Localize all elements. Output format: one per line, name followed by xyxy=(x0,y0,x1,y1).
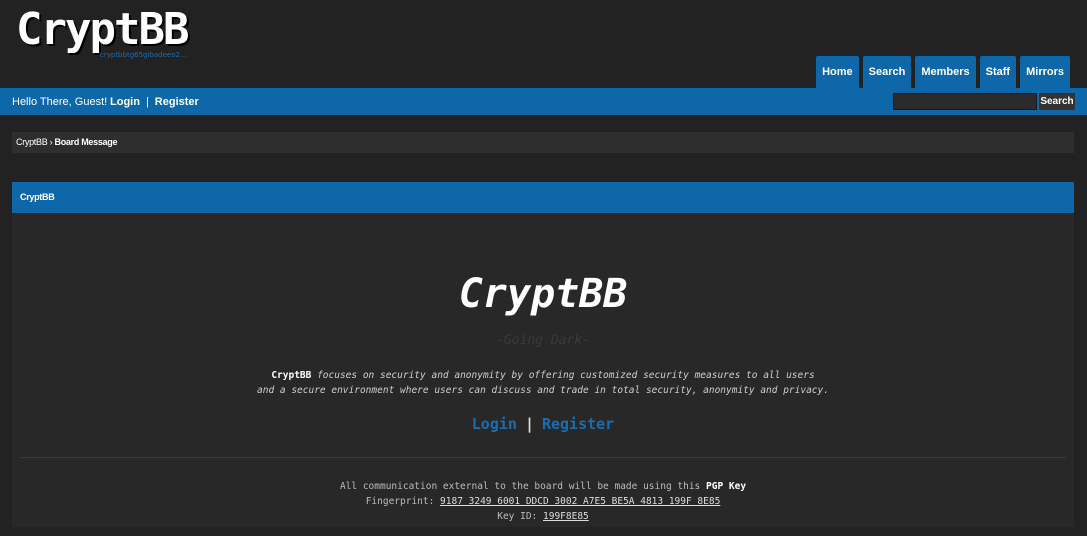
nav-tab-search[interactable]: Search xyxy=(862,56,912,88)
nav-tab-members[interactable]: Members xyxy=(915,56,976,88)
description-brand: CryptBB xyxy=(271,370,312,381)
description: CryptBB focuses on security and anonymit… xyxy=(12,368,1074,398)
tagline: -Going Dark- xyxy=(496,333,590,348)
nav-tab-home[interactable]: Home xyxy=(816,56,859,88)
nav-tab-staff[interactable]: Staff xyxy=(979,56,1017,88)
breadcrumb-arrow: › xyxy=(49,137,53,147)
panel-title: CryptBB xyxy=(12,182,1074,213)
panel-content: CryptBB -Going Dark- CryptBB focuses on … xyxy=(12,213,1074,527)
site-logo[interactable]: CryptBB xyxy=(16,4,189,55)
guest-greeting: Hello There, Guest! xyxy=(12,96,108,108)
keyid-label: Key ID: xyxy=(497,511,543,522)
main-nav: Home Search Members Staff Mirrors xyxy=(816,56,1070,88)
panel-register-link[interactable]: Register xyxy=(542,415,614,433)
fingerprint-label: Fingerprint: xyxy=(365,496,441,507)
board-message-panel: CryptBB CryptBB -Going Dark- CryptBB foc… xyxy=(12,182,1074,527)
auth-links: Login | Register xyxy=(12,415,1074,433)
user-bar: Hello There, Guest! Login | Register Searc… xyxy=(0,88,1087,115)
register-link[interactable]: Register xyxy=(155,96,199,108)
search-button[interactable]: Search xyxy=(1039,93,1075,110)
link-separator: | xyxy=(145,96,149,108)
panel-link-separator: | xyxy=(524,415,534,433)
header: CryptBB cryptbbtg65gibadeeo2… Home Searc… xyxy=(0,0,1087,88)
search-input[interactable] xyxy=(893,93,1037,110)
breadcrumb-root[interactable]: CryptBB xyxy=(16,137,48,147)
panel-login-link[interactable]: Login xyxy=(472,415,517,433)
breadcrumb-current: Board Message xyxy=(54,137,118,147)
logo-onion-address: cryptbbtg65gibadeeo2… xyxy=(100,51,187,59)
fingerprint-value: 9187 3249 6001 DDCD 3002 A7E5 BE5A 4813 … xyxy=(440,496,721,507)
pgp-info: All communication external to the board … xyxy=(12,479,1074,524)
pgp-notice: All communication external to the board … xyxy=(339,481,706,492)
divider xyxy=(20,457,1066,458)
user-links: Login | Register xyxy=(110,96,199,108)
login-link[interactable]: Login xyxy=(110,96,140,108)
pgp-key-link[interactable]: PGP Key xyxy=(706,481,746,492)
description-line-2: and a secure environment where users can… xyxy=(257,385,829,396)
nav-tab-mirrors[interactable]: Mirrors xyxy=(1020,56,1070,88)
breadcrumb: CryptBB › Board Message xyxy=(12,132,1074,153)
big-title: CryptBB xyxy=(458,271,628,317)
description-line-1: focuses on security and anonymity by off… xyxy=(311,370,815,381)
keyid-value: 199F8E85 xyxy=(543,511,589,522)
